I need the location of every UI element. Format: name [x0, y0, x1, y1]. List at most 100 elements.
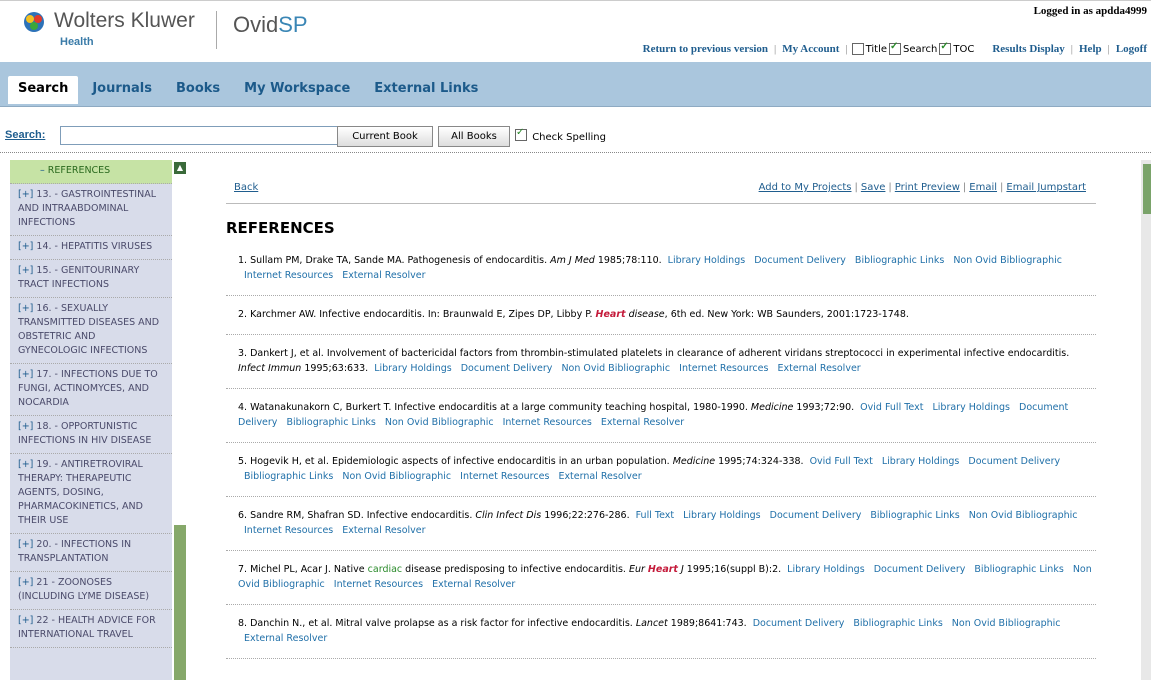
sidebar-item[interactable]: [+] 21 - ZOONOSES (INCLUDING LYME DISEAS… — [10, 572, 172, 610]
title-checkbox[interactable] — [851, 43, 864, 55]
separator: | — [962, 182, 967, 193]
non-ovid-bibliographic-link[interactable]: Non Ovid Bibliographic — [561, 363, 670, 374]
current-book-button[interactable]: Current Book — [337, 126, 433, 147]
bibliographic-links-link[interactable]: Bibliographic Links — [286, 417, 375, 428]
library-holdings-link[interactable]: Library Holdings — [374, 363, 452, 374]
sidebar-scroll-thumb[interactable] — [174, 525, 186, 680]
document-delivery-link[interactable]: Document Delivery — [770, 510, 862, 521]
document-delivery-link[interactable]: Document Delivery — [968, 456, 1060, 467]
tab-my-workspace[interactable]: My Workspace — [234, 76, 360, 104]
internet-resources-link[interactable]: Internet Resources — [244, 270, 333, 281]
expand-icon[interactable]: [+] — [18, 577, 33, 588]
expand-icon[interactable]: [+] — [18, 369, 33, 380]
sidebar-item-label: 22 - HEALTH ADVICE FOR INTERNATIONAL TRA… — [18, 615, 156, 640]
bibliographic-links-link[interactable]: Bibliographic Links — [974, 564, 1063, 575]
document-delivery-link[interactable]: Document Delivery — [874, 564, 966, 575]
sidebar-item[interactable]: [+] 18. - OPPORTUNISTIC INFECTIONS IN HI… — [10, 416, 172, 454]
document-delivery-link[interactable]: Document Delivery — [754, 255, 846, 266]
sidebar-item[interactable]: [+] 15. - GENITOURINARY TRACT INFECTIONS — [10, 260, 172, 298]
expand-icon[interactable]: [+] — [18, 421, 33, 432]
external-resolver-link[interactable]: External Resolver — [432, 579, 515, 590]
main-scroll-thumb[interactable] — [1143, 164, 1151, 214]
email-jumpstart-link[interactable]: Email Jumpstart — [1006, 182, 1086, 193]
my-account-link[interactable]: My Account — [782, 43, 839, 55]
brand-subtitle: Health — [60, 36, 94, 48]
tab-list: Search Journals Books My Workspace External … — [8, 76, 492, 104]
add-to-my-projects-link[interactable]: Add to My Projects — [759, 182, 852, 193]
external-resolver-link[interactable]: External Resolver — [342, 525, 425, 536]
help-link[interactable]: Help — [1079, 43, 1102, 55]
search-input[interactable] — [60, 126, 338, 145]
expand-icon[interactable]: [+] — [18, 303, 33, 314]
sidebar-item[interactable]: [+] 20. - INFECTIONS IN TRANSPLANTATION — [10, 534, 172, 572]
expand-icon[interactable]: [+] — [18, 459, 33, 470]
external-resolver-link[interactable]: External Resolver — [244, 633, 327, 644]
internet-resources-link[interactable]: Internet Resources — [334, 579, 423, 590]
non-ovid-bibliographic-link[interactable]: Non Ovid Bibliographic — [342, 471, 451, 482]
action-links: Add to My Projects | Save | Print Preview | Em… — [759, 182, 1086, 193]
tab-search[interactable]: Search — [8, 76, 79, 104]
library-holdings-link[interactable]: Library Holdings — [932, 402, 1010, 413]
main-scrollbar[interactable] — [1141, 160, 1151, 680]
full-text-link[interactable]: Full Text — [636, 510, 674, 521]
expand-icon[interactable]: [+] — [18, 265, 33, 276]
external-resolver-link[interactable]: External Resolver — [777, 363, 860, 374]
non-ovid-bibliographic-link[interactable]: Non Ovid Bibliographic — [952, 618, 1061, 629]
reference-item: 8. Danchin N., et al. Mitral valve prola… — [226, 605, 1096, 659]
external-resolver-link[interactable]: External Resolver — [558, 471, 641, 482]
logoff-link[interactable]: Logoff — [1116, 43, 1147, 55]
scroll-up-icon[interactable]: ▲ — [174, 162, 186, 174]
sidebar-scrollbar[interactable]: ▲ — [172, 160, 188, 680]
print-preview-link[interactable]: Print Preview — [895, 182, 960, 193]
expand-icon[interactable]: [+] — [18, 615, 33, 626]
internet-resources-link[interactable]: Internet Resources — [244, 525, 333, 536]
sidebar-item[interactable]: [+] 13. - GASTROINTESTINAL AND INTRAABDO… — [10, 184, 172, 236]
library-holdings-link[interactable]: Library Holdings — [683, 510, 761, 521]
search-label[interactable]: Search: — [5, 129, 45, 141]
bibliographic-links-link[interactable]: Bibliographic Links — [244, 471, 333, 482]
sidebar-item[interactable]: [+] 19. - ANTIRETROVIRAL THERAPY: THERAP… — [10, 454, 172, 534]
search-checkbox[interactable] — [889, 41, 902, 55]
reference-text: Medicine — [672, 456, 716, 467]
sidebar-item[interactable]: [+] 14. - HEPATITIS VIRUSES — [10, 236, 172, 260]
tab-books[interactable]: Books — [166, 76, 230, 104]
internet-resources-link[interactable]: Internet Resources — [460, 471, 549, 482]
bibliographic-links-link[interactable]: Bibliographic Links — [870, 510, 959, 521]
document-delivery-link[interactable]: Document Delivery — [461, 363, 553, 374]
return-previous-version-link[interactable]: Return to previous version — [643, 43, 768, 55]
document-delivery-link[interactable]: Document Delivery — [753, 618, 845, 629]
expand-icon[interactable]: [+] — [18, 189, 33, 200]
results-display-link[interactable]: Results Display — [992, 43, 1064, 55]
email-link[interactable]: Email — [969, 182, 997, 193]
sidebar-item[interactable]: [+] 16. - SEXUALLY TRANSMITTED DISEASES … — [10, 298, 172, 364]
sidebar-item[interactable]: [+] 17. - INFECTIONS DUE TO FUNGI, ACTIN… — [10, 364, 172, 416]
check-spelling-checkbox[interactable] — [515, 127, 527, 141]
ovid-full-text-link[interactable]: Ovid Full Text — [810, 456, 873, 467]
reference-text: Medicine — [750, 402, 794, 413]
save-link[interactable]: Save — [861, 182, 886, 193]
non-ovid-bibliographic-link[interactable]: Non Ovid Bibliographic — [385, 417, 494, 428]
sidebar-item[interactable]: – REFERENCES — [10, 160, 172, 184]
expand-icon[interactable]: [+] — [18, 241, 33, 252]
library-holdings-link[interactable]: Library Holdings — [668, 255, 746, 266]
library-holdings-link[interactable]: Library Holdings — [787, 564, 865, 575]
bibliographic-links-link[interactable]: Bibliographic Links — [855, 255, 944, 266]
sidebar-item[interactable]: [+] 22 - HEALTH ADVICE FOR INTERNATIONAL… — [10, 610, 172, 648]
external-resolver-link[interactable]: External Resolver — [342, 270, 425, 281]
internet-resources-link[interactable]: Internet Resources — [503, 417, 592, 428]
tab-external-links[interactable]: External Links — [364, 76, 488, 104]
all-books-button[interactable]: All Books — [438, 126, 510, 147]
expand-icon[interactable]: [+] — [18, 539, 33, 550]
tab-journals[interactable]: Journals — [82, 76, 162, 104]
external-resolver-link[interactable]: External Resolver — [601, 417, 684, 428]
ovid-full-text-link[interactable]: Ovid Full Text — [860, 402, 923, 413]
toc-checkbox[interactable] — [939, 41, 952, 55]
non-ovid-bibliographic-link[interactable]: Non Ovid Bibliographic — [953, 255, 1062, 266]
bibliographic-links-link[interactable]: Bibliographic Links — [853, 618, 942, 629]
internet-resources-link[interactable]: Internet Resources — [679, 363, 768, 374]
non-ovid-bibliographic-link[interactable]: Non Ovid Bibliographic — [969, 510, 1078, 521]
check-spelling-option: Check Spelling — [513, 127, 606, 143]
back-link[interactable]: Back — [234, 182, 258, 193]
sidebar-item-label: 19. - ANTIRETROVIRAL THERAPY: THERAPEUTI… — [18, 459, 143, 526]
library-holdings-link[interactable]: Library Holdings — [882, 456, 960, 467]
